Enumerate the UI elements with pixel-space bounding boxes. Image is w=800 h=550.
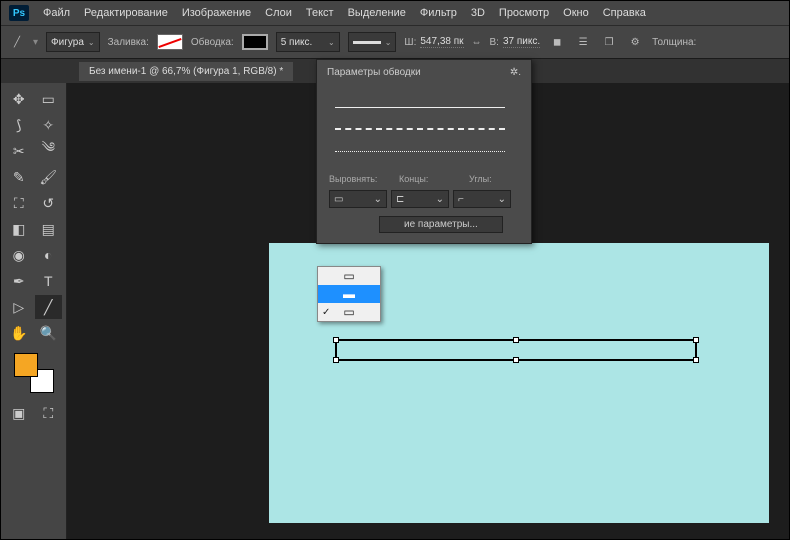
- caps-dropdown[interactable]: ⊏⌄: [391, 190, 449, 208]
- quickmask-icon[interactable]: ▣: [5, 401, 33, 425]
- align-dropdown-list: ▭ ▬ ✓▭: [317, 266, 381, 322]
- popup-title: Параметры обводки: [327, 67, 421, 78]
- crop-tool-icon[interactable]: ✂: [5, 139, 33, 163]
- screenmode-icon[interactable]: ⛶: [35, 401, 63, 425]
- path-arrangement-icon[interactable]: ❒: [600, 33, 618, 51]
- menu-select[interactable]: Выделение: [348, 7, 406, 19]
- foreground-color-swatch[interactable]: [14, 353, 38, 377]
- path-select-icon[interactable]: ▷: [5, 295, 33, 319]
- move-tool-icon[interactable]: ✥: [5, 87, 33, 111]
- shape-rectangle[interactable]: [335, 339, 697, 361]
- healing-tool-icon[interactable]: ✎: [5, 165, 33, 189]
- line-tool-icon[interactable]: ╱: [35, 295, 63, 319]
- eyedropper-tool-icon[interactable]: ༄: [35, 139, 63, 163]
- menu-file[interactable]: Файл: [43, 7, 70, 19]
- document-tab[interactable]: Без имени-1 @ 66,7% (Фигура 1, RGB/8) *: [79, 62, 293, 81]
- stroke-style-solid[interactable]: [335, 96, 513, 118]
- corners-dropdown[interactable]: ⌐⌄: [453, 190, 511, 208]
- menu-3d[interactable]: 3D: [471, 7, 485, 19]
- menu-edit[interactable]: Редактирование: [84, 7, 168, 19]
- pen-tool-icon[interactable]: ✒: [5, 269, 33, 293]
- stroke-style-dashed[interactable]: [335, 118, 513, 140]
- align-option-inside[interactable]: ▭: [318, 267, 380, 285]
- fill-label: Заливка:: [108, 37, 149, 48]
- width-value[interactable]: 547,38 пк: [420, 36, 463, 48]
- menu-image[interactable]: Изображение: [182, 7, 251, 19]
- caps-label: Концы:: [399, 174, 457, 184]
- ps-logo: Ps: [9, 5, 29, 21]
- brush-tool-icon[interactable]: 🖌: [35, 165, 63, 189]
- options-bar: ╱ ▾ Фигура⌄ Заливка: Обводка: 5 пикс.⌄ ⌄…: [1, 25, 789, 59]
- menu-bar: Ps Файл Редактирование Изображение Слои …: [1, 1, 789, 25]
- stamp-tool-icon[interactable]: ⛶: [5, 191, 33, 215]
- menu-window[interactable]: Окно: [563, 7, 589, 19]
- line-tool-icon: ╱: [9, 34, 25, 50]
- app-window: Ps Файл Редактирование Изображение Слои …: [0, 0, 790, 540]
- menu-help[interactable]: Справка: [603, 7, 646, 19]
- height-label: В:: [490, 37, 499, 48]
- shape-mode-dropdown[interactable]: Фигура⌄: [46, 32, 100, 52]
- stroke-label: Обводка:: [191, 37, 234, 48]
- stroke-options-popup: Параметры обводки ✲. Выровнять: Концы: У…: [316, 59, 532, 244]
- menu-filter[interactable]: Фильтр: [420, 7, 457, 19]
- corners-label: Углы:: [469, 174, 492, 184]
- height-value[interactable]: 37 пикс.: [503, 36, 540, 48]
- align-option-center[interactable]: ▬: [318, 285, 380, 303]
- gear-icon[interactable]: ⚙: [626, 33, 644, 51]
- link-dimensions-icon[interactable]: ⇔: [472, 37, 482, 48]
- toolbox: ✥▭ ⟆✧ ✂༄ ✎🖌 ⛶↺ ◧▤ ◉◐ ✒T ▷╱ ✋🔍 ▣⛶: [1, 83, 67, 539]
- path-operations-icon[interactable]: ◼: [548, 33, 566, 51]
- blur-tool-icon[interactable]: ◉: [5, 243, 33, 267]
- color-swatches[interactable]: [14, 353, 54, 393]
- lasso-tool-icon[interactable]: ⟆: [5, 113, 33, 137]
- align-dropdown[interactable]: ▭⌄: [329, 190, 387, 208]
- eraser-tool-icon[interactable]: ◧: [5, 217, 33, 241]
- menu-text[interactable]: Текст: [306, 7, 334, 19]
- menu-view[interactable]: Просмотр: [499, 7, 549, 19]
- stroke-style-dotted[interactable]: [335, 140, 513, 162]
- fill-swatch[interactable]: [157, 34, 183, 50]
- gradient-tool-icon[interactable]: ▤: [35, 217, 63, 241]
- menu-layers[interactable]: Слои: [265, 7, 292, 19]
- zoom-tool-icon[interactable]: 🔍: [35, 321, 63, 345]
- align-option-outside[interactable]: ✓▭: [318, 303, 380, 321]
- path-alignment-icon[interactable]: ☰: [574, 33, 592, 51]
- thickness-label: Толщина:: [652, 37, 696, 48]
- width-label: Ш:: [404, 37, 416, 48]
- stroke-width-dropdown[interactable]: 5 пикс.⌄: [276, 32, 340, 52]
- history-brush-icon[interactable]: ↺: [35, 191, 63, 215]
- hand-tool-icon[interactable]: ✋: [5, 321, 33, 345]
- stroke-swatch[interactable]: [242, 34, 268, 50]
- marquee-tool-icon[interactable]: ▭: [35, 87, 63, 111]
- text-tool-icon[interactable]: T: [35, 269, 63, 293]
- align-label: Выровнять:: [329, 174, 387, 184]
- popup-gear-icon[interactable]: ✲.: [510, 67, 521, 78]
- stroke-style-dropdown[interactable]: ⌄: [348, 32, 397, 52]
- dodge-tool-icon[interactable]: ◐: [35, 243, 63, 267]
- more-options-button[interactable]: ие параметры...: [379, 216, 503, 233]
